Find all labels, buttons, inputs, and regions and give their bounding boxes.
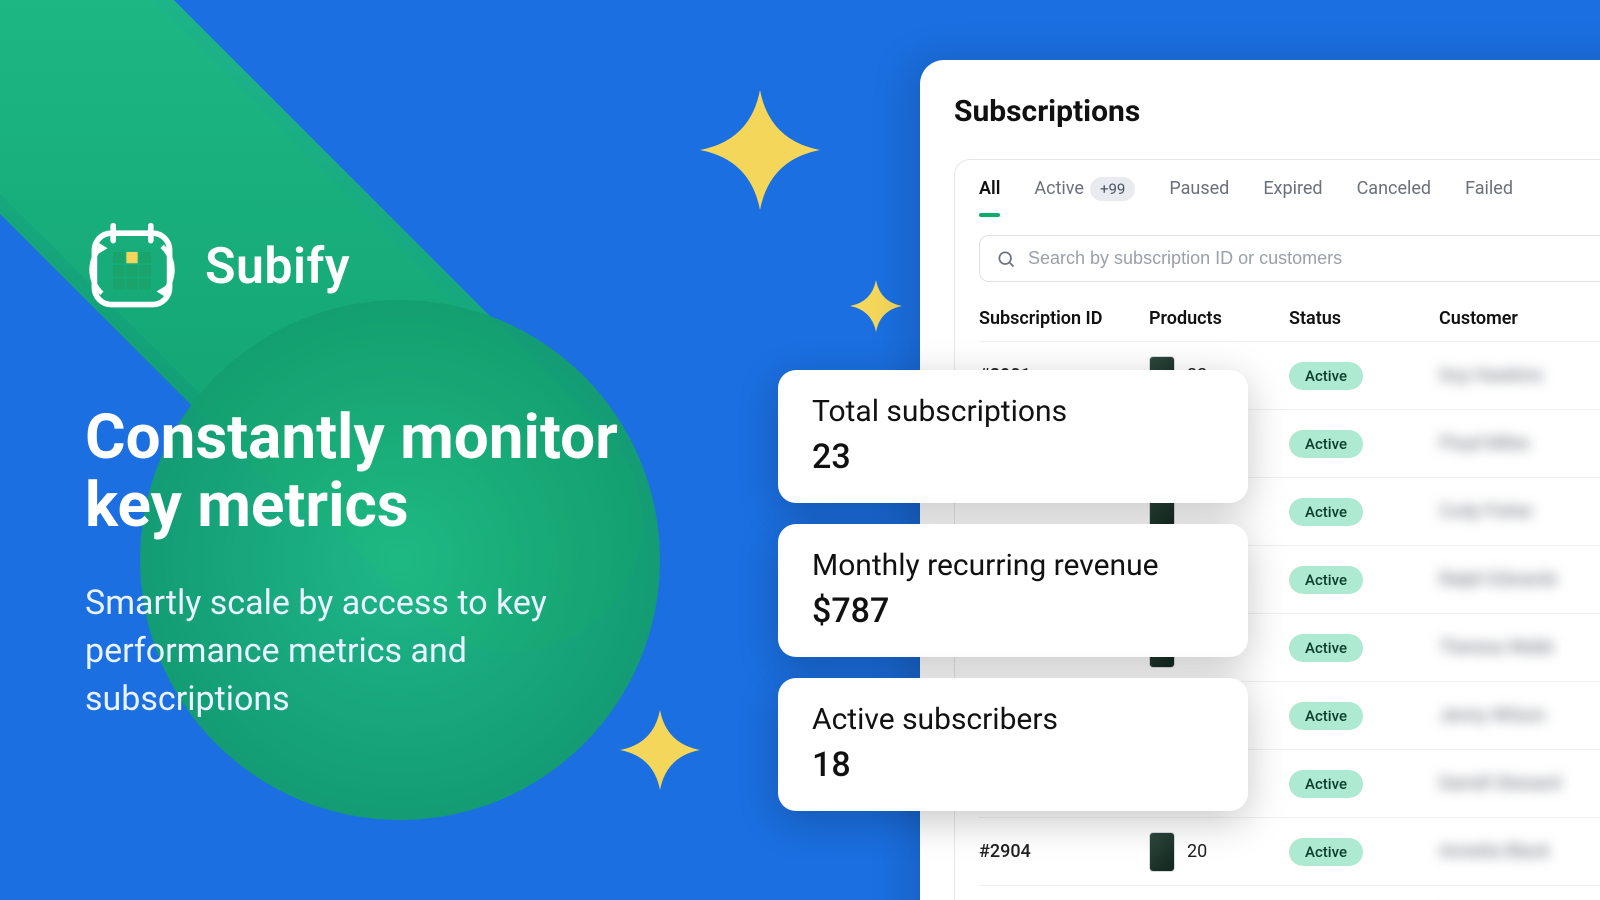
product-thumb-icon — [1149, 832, 1175, 872]
cell-customer: Annette Black — [1439, 841, 1600, 862]
table-row[interactable]: #28912ActiveDevon Lane — [979, 885, 1600, 900]
cell-status: Active — [1289, 773, 1439, 794]
cell-customer: Theresa Webb — [1439, 637, 1600, 658]
tab-paused[interactable]: Paused — [1169, 178, 1229, 217]
tab-expired[interactable]: Expired — [1263, 178, 1322, 217]
panel-title: Subscriptions — [954, 94, 1600, 129]
metric-label: Total subscriptions — [812, 394, 1214, 429]
status-badge: Active — [1289, 498, 1363, 526]
cell-status: Active — [1289, 841, 1439, 862]
tab-badge: +99 — [1090, 177, 1135, 201]
metric-card-active-subscribers: Active subscribers 18 — [778, 678, 1248, 811]
col-customer: Customer — [1439, 308, 1600, 329]
cell-subscription-id: #2904 — [979, 841, 1149, 862]
hero-headline: Constantly monitor key metrics — [85, 404, 685, 540]
tab-canceled[interactable]: Canceled — [1357, 178, 1432, 217]
hero-subhead: Smartly scale by access to key performan… — [85, 580, 655, 723]
search-icon — [996, 249, 1016, 269]
status-badge: Active — [1289, 634, 1363, 662]
status-badge: Active — [1289, 838, 1363, 866]
status-badge: Active — [1289, 770, 1363, 798]
cell-status: Active — [1289, 433, 1439, 454]
hero: Subify Constantly monitor key metrics Sm… — [85, 220, 685, 723]
sparkle-icon — [700, 90, 820, 210]
metric-label: Active subscribers — [812, 702, 1214, 737]
metric-value: $787 — [812, 591, 1214, 631]
col-products: Products — [1149, 308, 1289, 329]
sparkle-icon — [850, 280, 902, 332]
col-subscription-id: Subscription ID — [979, 308, 1149, 329]
metric-card-total-subscriptions: Total subscriptions 23 — [778, 370, 1248, 503]
product-qty: 20 — [1187, 841, 1207, 862]
cell-customer: Jenny Wilson — [1439, 705, 1600, 726]
brand-name: Subify — [205, 238, 350, 296]
metric-label: Monthly recurring revenue — [812, 548, 1214, 583]
status-badge: Active — [1289, 362, 1363, 390]
cell-customer: Ralph Edwards — [1439, 569, 1600, 590]
cell-status: Active — [1289, 569, 1439, 590]
status-badge: Active — [1289, 566, 1363, 594]
tabs: All Active+99 Paused Expired Canceled Failed — [979, 178, 1600, 217]
brand-logo-icon — [85, 220, 179, 314]
status-badge: Active — [1289, 702, 1363, 730]
brand-lockup: Subify — [85, 220, 685, 314]
status-badge: Active — [1289, 430, 1363, 458]
cell-status: Active — [1289, 501, 1439, 522]
metric-value: 23 — [812, 437, 1214, 477]
tab-failed[interactable]: Failed — [1465, 178, 1513, 217]
table-row[interactable]: #290420ActiveAnnette Black — [979, 817, 1600, 885]
marketing-canvas: Subify Constantly monitor key metrics Sm… — [0, 0, 1600, 900]
cell-customer: Cody Fisher — [1439, 501, 1600, 522]
cell-status: Active — [1289, 705, 1439, 726]
cell-customer: Guy Hawkins — [1439, 365, 1600, 386]
cell-status: Active — [1289, 637, 1439, 658]
metric-value: 18 — [812, 745, 1214, 785]
metric-card-mrr: Monthly recurring revenue $787 — [778, 524, 1248, 657]
search-field[interactable] — [979, 235, 1600, 282]
cell-status: Active — [1289, 365, 1439, 386]
col-status: Status — [1289, 308, 1439, 329]
cell-products: 20 — [1149, 832, 1289, 872]
cell-customer: Floyd Miles — [1439, 433, 1600, 454]
cell-customer: Darrell Steward — [1439, 773, 1600, 794]
search-input[interactable] — [1028, 248, 1600, 269]
table-header: Subscription ID Products Status Customer — [979, 296, 1600, 341]
tab-all[interactable]: All — [979, 178, 1000, 217]
tab-active[interactable]: Active+99 — [1034, 178, 1135, 217]
